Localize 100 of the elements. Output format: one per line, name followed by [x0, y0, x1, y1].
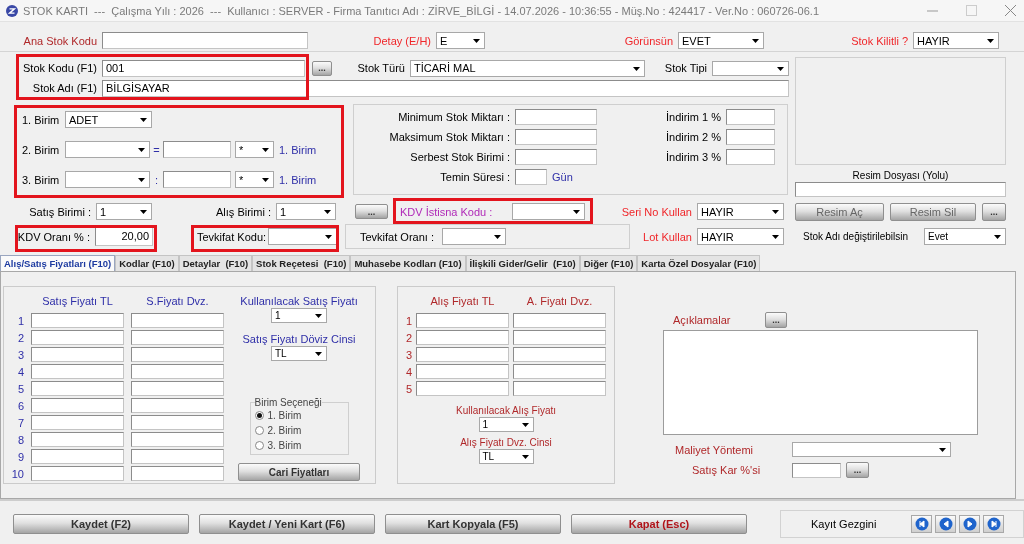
save-new-button[interactable]: Kaydet / Yeni Kart (F6) [199, 514, 375, 534]
text-field[interactable] [416, 364, 509, 379]
text-field[interactable] [163, 171, 231, 188]
text-field[interactable] [131, 313, 224, 328]
column-header: A. Fiyatı Dvz. [526, 295, 593, 307]
text-field[interactable] [31, 381, 124, 396]
dropdown[interactable]: TİCARİ MAL [410, 59, 645, 77]
text-field[interactable] [726, 129, 775, 145]
dropdown[interactable] [512, 203, 585, 220]
close-button[interactable]: Kapat (Esc) [571, 514, 747, 534]
dropdown[interactable]: HAYIR [697, 228, 784, 245]
text-field[interactable]: BİLGİSAYAR [102, 79, 789, 97]
tab[interactable]: Karta Özel Dosyalar (F10) [637, 255, 761, 271]
customer-prices-button[interactable]: Cari Fiyatları [238, 463, 360, 481]
text-field[interactable] [792, 462, 841, 478]
text-field[interactable] [515, 169, 547, 185]
tab[interactable]: Detaylar (F10) [178, 255, 253, 271]
text-field[interactable] [513, 347, 606, 362]
radio-button[interactable] [254, 441, 264, 450]
browse-button[interactable]: ... [355, 204, 388, 219]
dropdown[interactable]: ADET [65, 111, 152, 128]
text-field[interactable] [795, 182, 1006, 197]
tab[interactable]: Stok Reçetesi (F10) [252, 255, 351, 271]
text-field[interactable] [163, 141, 231, 158]
text-field[interactable] [513, 313, 606, 328]
navigation-button[interactable] [935, 515, 957, 533]
dropdown[interactable]: Evet [924, 228, 1006, 245]
text-field[interactable] [102, 32, 308, 49]
text-field[interactable] [131, 381, 224, 396]
radio-option[interactable]: 2. Birim [254, 423, 348, 438]
tab[interactable]: Diğer (F10) [579, 255, 638, 271]
dropdown[interactable] [65, 171, 150, 188]
text-field[interactable] [131, 330, 224, 345]
text-field[interactable] [31, 313, 124, 328]
text-field[interactable] [513, 381, 606, 396]
radio-button[interactable] [254, 411, 264, 420]
text-field[interactable] [416, 330, 509, 345]
dropdown[interactable]: EVET [678, 32, 764, 49]
text-field[interactable] [513, 330, 606, 345]
browse-button[interactable]: ... [765, 312, 787, 328]
dropdown[interactable]: 1 [96, 203, 152, 220]
dropdown[interactable] [65, 141, 150, 158]
text-field[interactable] [31, 398, 124, 413]
dropdown[interactable] [442, 228, 506, 245]
notes-box[interactable] [663, 330, 978, 435]
dropdown[interactable]: * [235, 141, 274, 158]
browse-button[interactable]: ... [312, 60, 332, 76]
dropdown[interactable]: HAYIR [913, 32, 999, 49]
copy-card-button[interactable]: Kart Kopyala (F5) [385, 514, 561, 534]
text-field[interactable] [31, 466, 124, 481]
dropdown[interactable]: 1 [271, 308, 327, 323]
text-field[interactable] [31, 347, 124, 362]
text-field[interactable] [515, 149, 597, 165]
radio-button[interactable] [254, 426, 264, 435]
dropdown[interactable] [268, 228, 337, 245]
radio-option[interactable]: 3. Birim [254, 438, 348, 453]
dropdown[interactable]: HAYIR [697, 203, 784, 220]
browse-button[interactable]: ... [982, 202, 1006, 221]
tab[interactable]: İlişkili Gider/Gelir (F10) [465, 255, 580, 271]
text-field[interactable] [416, 313, 509, 328]
open-image-button[interactable]: Resim Aç [795, 202, 884, 221]
text-field[interactable] [515, 109, 597, 125]
text-field[interactable] [726, 109, 775, 125]
text-field[interactable] [416, 347, 509, 362]
dropdown[interactable]: TL [271, 346, 327, 361]
text-field[interactable] [131, 398, 224, 413]
text-field[interactable] [31, 364, 124, 379]
dropdown[interactable] [712, 60, 789, 76]
text-field[interactable] [515, 129, 597, 145]
radio-option[interactable]: 1. Birim [254, 408, 348, 423]
navigation-button[interactable] [983, 515, 1005, 533]
tab[interactable]: Kodlar (F10) [115, 255, 179, 271]
text-field[interactable] [31, 415, 124, 430]
save-button[interactable]: Kaydet (F2) [13, 514, 189, 534]
text-field[interactable] [131, 415, 224, 430]
text-field[interactable] [131, 432, 224, 447]
text-field[interactable] [131, 466, 224, 481]
tab[interactable]: Alış/Satış Fiyatları (F10) [0, 255, 116, 271]
dropdown[interactable] [792, 442, 951, 457]
text-field[interactable] [131, 364, 224, 379]
navigation-button[interactable] [959, 515, 981, 533]
text-field[interactable] [416, 381, 509, 396]
text-field[interactable] [513, 364, 606, 379]
dropdown[interactable]: 1 [478, 417, 534, 432]
text-field[interactable]: 001 [102, 59, 305, 77]
tab[interactable]: Muhasebe Kodları (F10) [350, 255, 466, 271]
browse-button[interactable]: ... [846, 462, 869, 478]
text-field[interactable] [131, 449, 224, 464]
dropdown[interactable]: * [235, 171, 274, 188]
dropdown[interactable]: 1 [276, 203, 336, 220]
dropdown[interactable]: TL [478, 449, 534, 464]
navigation-button[interactable] [911, 515, 933, 533]
text-field[interactable] [31, 432, 124, 447]
text-field[interactable] [31, 330, 124, 345]
close-icon[interactable] [1005, 5, 1016, 16]
text-field[interactable] [131, 347, 224, 362]
text-field[interactable] [31, 449, 124, 464]
dropdown[interactable]: E [436, 32, 485, 49]
text-field[interactable] [726, 149, 775, 165]
delete-image-button[interactable]: Resim Sil [890, 202, 976, 221]
